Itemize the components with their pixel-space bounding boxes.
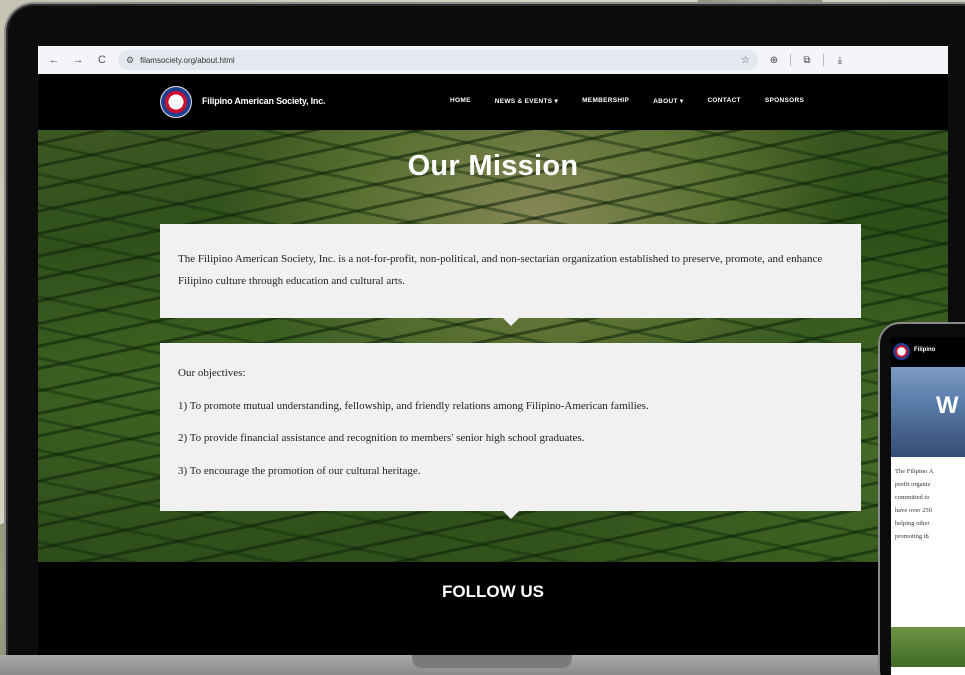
phone-text-line: The Filipino A: [895, 468, 934, 475]
objectives-intro: Our objectives:: [178, 367, 246, 379]
nav-news-events[interactable]: NEWS & EVENTS ▾: [495, 97, 558, 105]
toolbar-divider: [823, 54, 824, 66]
nav-contact[interactable]: CONTACT: [707, 97, 740, 105]
page-title: Our Mission: [407, 150, 579, 182]
laptop-screen: ← → C ⚙ filamsociety.org/about.html ☆ ⊕ …: [38, 46, 948, 655]
phone-hero-title: W: [936, 392, 959, 419]
mission-text: The Filipino American Society, Inc. is a…: [178, 253, 823, 287]
phone-mockup: Filipino W The Filipino A profit organiz…: [878, 322, 965, 675]
phone-brand: Filipino: [914, 347, 936, 353]
forward-icon[interactable]: →: [70, 52, 86, 68]
bookmark-star-icon[interactable]: ☆: [741, 55, 750, 66]
phone-text: The Filipino A profit organiz committed …: [895, 465, 965, 543]
phone-text-line: committed to: [895, 494, 930, 501]
phone-text-line: promoting th: [895, 533, 929, 540]
reload-icon[interactable]: C: [94, 52, 110, 68]
download-icon[interactable]: ⤓: [832, 55, 848, 66]
laptop-notch: [412, 655, 572, 668]
back-icon[interactable]: ←: [46, 52, 62, 68]
objectives-card: Our objectives: 1) To promote mutual und…: [160, 343, 861, 519]
tab-search-icon[interactable]: ⧉: [799, 55, 815, 66]
main-nav: HOME NEWS & EVENTS ▾ MEMBERSHIP ABOUT ▾ …: [450, 97, 804, 105]
hero-section: Our Mission The Filipino American Societ…: [38, 130, 948, 562]
phone-screen: Filipino W The Filipino A profit organiz…: [891, 337, 965, 675]
nav-membership[interactable]: MEMBERSHIP: [582, 97, 629, 105]
objective-item: 2) To provide financial assistance and r…: [178, 432, 585, 444]
toolbar-divider: [790, 54, 791, 66]
site-header: Filipino American Society, Inc. HOME NEW…: [38, 74, 948, 130]
follow-section: FOLLOW US: [38, 562, 948, 655]
extensions-icon[interactable]: ⊕: [766, 55, 782, 66]
phone-logo: [893, 343, 910, 360]
site-settings-icon[interactable]: ⚙: [126, 55, 134, 66]
phone-image: [891, 627, 965, 667]
phone-text-line: profit organiz: [895, 481, 931, 488]
objective-item: 3) To encourage the promotion of our cul…: [178, 464, 421, 477]
nav-home[interactable]: HOME: [450, 97, 471, 105]
browser-toolbar: ← → C ⚙ filamsociety.org/about.html ☆ ⊕ …: [38, 46, 948, 74]
address-bar[interactable]: ⚙ filamsociety.org/about.html ☆: [118, 50, 758, 70]
objective-item: 1) To promote mutual understanding, fell…: [178, 399, 649, 412]
mission-card: The Filipino American Society, Inc. is a…: [160, 224, 861, 326]
follow-title: FOLLOW US: [442, 582, 544, 601]
phone-text-line: have over 250: [895, 507, 932, 514]
society-logo[interactable]: [160, 86, 192, 118]
nav-about[interactable]: ABOUT ▾: [653, 97, 683, 105]
site-brand[interactable]: Filipino American Society, Inc.: [202, 96, 326, 106]
nav-sponsors[interactable]: SPONSORS: [765, 97, 804, 105]
url-text[interactable]: filamsociety.org/about.html: [140, 56, 235, 65]
phone-header: Filipino: [891, 337, 965, 367]
phone-text-line: helping other: [895, 520, 930, 527]
phone-hero: W: [891, 367, 965, 457]
